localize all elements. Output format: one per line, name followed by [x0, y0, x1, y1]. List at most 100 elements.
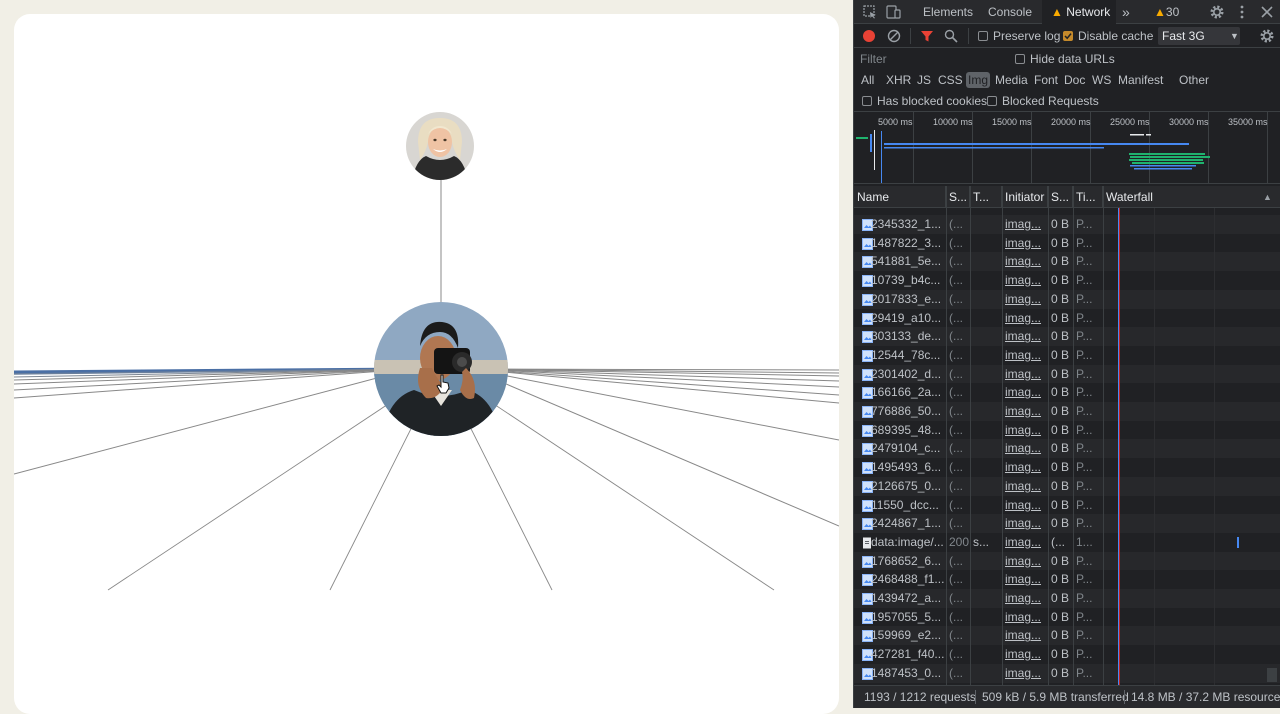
table-row[interactable]: 2424867_1... (... imag... 0 B P... [854, 514, 1280, 534]
cell-initiator[interactable]: imag... [1002, 271, 1048, 290]
cell-initiator[interactable]: imag... [1002, 439, 1048, 458]
tab-console[interactable]: Console [982, 0, 1038, 24]
column-status[interactable]: S... [946, 186, 970, 208]
table-row[interactable]: 2345332_1... (... imag... 0 B P... [854, 215, 1280, 234]
table-row[interactable]: 1487822_3... (... imag... 0 B P... [854, 233, 1280, 253]
filter-input[interactable] [856, 50, 1000, 68]
record-icon[interactable] [862, 29, 876, 43]
table-row[interactable]: 1439472_a... (... imag... 0 B P... [854, 589, 1280, 608]
type-filter-media[interactable]: Media [993, 72, 1030, 88]
type-filter-ws[interactable]: WS [1090, 72, 1113, 88]
inspect-element-icon[interactable] [863, 5, 877, 19]
settings-gear-icon[interactable] [1209, 4, 1225, 20]
search-icon[interactable] [944, 29, 958, 43]
cell-initiator[interactable]: imag... [1002, 589, 1048, 608]
profile-avatar-photographer[interactable] [374, 302, 508, 436]
type-filter-all[interactable]: All [859, 72, 876, 88]
table-row[interactable] [854, 208, 1280, 215]
table-row[interactable]: data:image/... 200 s... imag... (... 1... [854, 532, 1280, 552]
tab-elements[interactable]: Elements [918, 0, 978, 24]
table-row[interactable]: 159969_e2... (... imag... 0 B P... [854, 626, 1280, 646]
type-filter-img[interactable]: Img [966, 72, 991, 88]
column-initiator[interactable]: Initiator [1002, 186, 1048, 208]
disable-cache-checkbox[interactable] [1063, 31, 1073, 41]
column-size[interactable]: S... [1048, 186, 1073, 208]
cell-initiator[interactable]: imag... [1002, 626, 1048, 645]
hide-data-urls-checkbox[interactable] [1015, 54, 1025, 64]
type-filter-css[interactable]: CSS [936, 72, 965, 88]
cell-initiator[interactable]: imag... [1002, 552, 1048, 571]
device-toolbar-icon[interactable] [886, 4, 902, 20]
table-row[interactable]: 1768652_6... (... imag... 0 B P... [854, 551, 1280, 571]
cell-initiator[interactable]: imag... [1002, 608, 1048, 627]
cell-initiator[interactable]: imag... [1002, 365, 1048, 384]
warnings-badge[interactable]: ▲30 [1154, 0, 1194, 24]
cell-initiator[interactable]: imag... [1002, 234, 1048, 253]
cell-initiator[interactable]: imag... [1002, 458, 1048, 477]
more-tabs-chevron-icon[interactable]: » [1122, 0, 1136, 24]
cell-initiator[interactable]: imag... [1002, 533, 1048, 552]
column-name[interactable]: Name [854, 186, 946, 208]
preserve-log-checkbox[interactable] [978, 31, 988, 41]
type-filter-other[interactable]: Other [1177, 72, 1211, 88]
tab-network[interactable]: ▲ Network [1042, 0, 1116, 24]
cell-initiator[interactable]: imag... [1002, 477, 1048, 496]
cell-initiator[interactable]: imag... [1002, 421, 1048, 440]
cell-initiator[interactable]: imag... [1002, 252, 1048, 271]
column-time[interactable]: Ti... [1073, 186, 1103, 208]
timeline-overview[interactable]: 5000 ms 10000 ms 15000 ms 20000 ms 25000… [854, 112, 1280, 184]
type-filter-manifest[interactable]: Manifest [1116, 72, 1165, 88]
column-type[interactable]: T... [970, 186, 1002, 208]
type-filter-font[interactable]: Font [1032, 72, 1060, 88]
filter-funnel-icon[interactable] [920, 29, 934, 43]
cell-initiator[interactable]: imag... [1002, 327, 1048, 346]
cell-initiator[interactable]: imag... [1002, 514, 1048, 533]
connection-line [470, 368, 839, 388]
throttling-select[interactable]: Fast 3G ▼ [1158, 27, 1240, 45]
table-row[interactable]: 29419_a10... (... imag... 0 B P... [854, 308, 1280, 328]
clear-icon[interactable] [887, 29, 901, 43]
table-row[interactable]: 427281_f40... (... imag... 0 B P... [854, 645, 1280, 665]
table-row[interactable]: 2479104_c... (... imag... 0 B P... [854, 439, 1280, 459]
cell-initiator[interactable]: imag... [1002, 383, 1048, 402]
kebab-menu-icon[interactable] [1237, 4, 1247, 20]
table-row[interactable]: 2017833_e... (... imag... 0 B P... [854, 289, 1280, 309]
network-settings-gear-icon[interactable] [1259, 28, 1275, 44]
type-filter-js[interactable]: JS [915, 72, 933, 88]
cell-initiator[interactable]: imag... [1002, 570, 1048, 589]
table-row[interactable]: 776886_50... (... imag... 0 B P... [854, 402, 1280, 421]
cell-initiator[interactable]: imag... [1002, 496, 1048, 515]
table-row[interactable]: 2468488_f1... (... imag... 0 B P... [854, 570, 1280, 590]
table-row[interactable]: 2126675_0... (... imag... 0 B P... [854, 476, 1280, 496]
table-row[interactable]: 1957055_5... (... imag... 0 B P... [854, 607, 1280, 627]
cell-type [970, 290, 1002, 309]
type-filter-doc[interactable]: Doc [1062, 72, 1087, 88]
cell-initiator[interactable]: imag... [1002, 309, 1048, 328]
cell-initiator[interactable]: imag... [1002, 645, 1048, 664]
cell-initiator[interactable]: imag... [1002, 664, 1048, 683]
blocked-requests-checkbox[interactable] [987, 96, 997, 106]
table-row[interactable]: 166166_2a... (... imag... 0 B P... [854, 383, 1280, 403]
table-row[interactable]: 11550_dcc... (... imag... 0 B P... [854, 495, 1280, 515]
network-status-bar: 1193 / 1212 requests 509 kB / 5.9 MB tra… [854, 685, 1280, 708]
table-row[interactable]: 2301402_d... (... imag... 0 B P... [854, 364, 1280, 384]
table-row[interactable]: 541881_5e... (... imag... 0 B P... [854, 252, 1280, 272]
cell-initiator[interactable]: imag... [1002, 215, 1048, 234]
has-blocked-cookies-checkbox[interactable] [862, 96, 872, 106]
web-page-canvas[interactable] [14, 14, 839, 714]
column-waterfall[interactable]: Waterfall [1103, 186, 1280, 208]
table-row[interactable]: 689395_48... (... imag... 0 B P... [854, 420, 1280, 440]
table-row[interactable]: 1495493_6... (... imag... 0 B P... [854, 458, 1280, 478]
sort-ascending-icon[interactable]: ▲ [1263, 190, 1272, 204]
scrollbar-thumb[interactable] [1267, 668, 1277, 682]
cell-initiator[interactable]: imag... [1002, 290, 1048, 309]
table-row[interactable]: 10739_b4c... (... imag... 0 B P... [854, 271, 1280, 291]
profile-avatar-woman[interactable] [406, 112, 474, 180]
table-row[interactable]: 1487453_0... (... imag... 0 B P... [854, 663, 1280, 683]
type-filter-xhr[interactable]: XHR [884, 72, 913, 88]
cell-initiator[interactable]: imag... [1002, 346, 1048, 365]
close-devtools-icon[interactable] [1260, 5, 1274, 19]
table-row[interactable]: 12544_78c... (... imag... 0 B P... [854, 345, 1280, 365]
cell-initiator[interactable]: imag... [1002, 402, 1048, 421]
table-row[interactable]: 303133_de... (... imag... 0 B P... [854, 327, 1280, 347]
